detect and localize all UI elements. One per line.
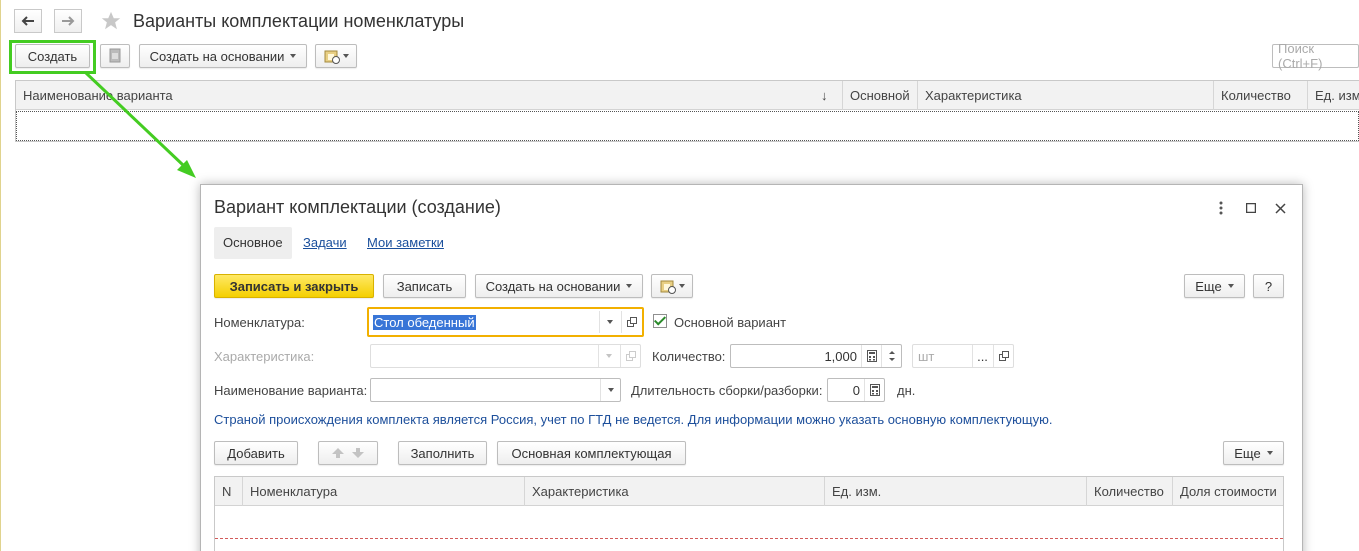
- more-button[interactable]: Еще: [1184, 274, 1245, 298]
- column-quantity[interactable]: Количество: [1086, 477, 1172, 506]
- quantity-stepper[interactable]: [881, 345, 901, 367]
- tab-notes[interactable]: Мои заметки: [367, 227, 444, 259]
- more-label: Еще: [1195, 278, 1222, 294]
- add-button[interactable]: Добавить: [214, 441, 298, 465]
- characteristic-field: [370, 344, 641, 368]
- column-nomenclature[interactable]: Номенклатура: [242, 477, 524, 506]
- duration-field[interactable]: 0: [827, 378, 885, 402]
- main-component-button[interactable]: Основная комплектующая: [497, 441, 686, 465]
- maximize-icon[interactable]: [1241, 199, 1261, 217]
- duration-unit-label: дн.: [897, 383, 916, 398]
- column-number[interactable]: N: [215, 477, 242, 506]
- column-characteristic[interactable]: Характеристика: [524, 477, 824, 506]
- table-more-button[interactable]: Еще: [1223, 441, 1284, 465]
- open-icon[interactable]: [993, 345, 1013, 367]
- arrow-up-icon[interactable]: [331, 447, 345, 459]
- close-icon[interactable]: [1270, 199, 1290, 217]
- print-menu-button[interactable]: [651, 274, 693, 298]
- chevron-down-icon[interactable]: [599, 311, 619, 333]
- column-unit[interactable]: Ед. изм.: [824, 477, 1086, 506]
- components-table-header: N Номенклатура Характеристика Ед. изм. К…: [215, 477, 1283, 506]
- more-label: Еще: [1234, 445, 1261, 461]
- chevron-down-icon[interactable]: [600, 379, 620, 401]
- calculator-icon[interactable]: [861, 345, 881, 367]
- nomenclature-field[interactable]: Стол обеденный: [367, 307, 644, 337]
- move-buttons[interactable]: [318, 441, 378, 465]
- help-button[interactable]: ?: [1253, 274, 1284, 298]
- fill-button[interactable]: Заполнить: [398, 441, 487, 465]
- create-based-on-label: Создать на основании: [485, 278, 621, 294]
- unit-field[interactable]: шт ...: [912, 344, 1014, 368]
- components-table: N Номенклатура Характеристика Ед. изм. К…: [214, 476, 1284, 551]
- column-cost-share[interactable]: Доля стоимости: [1172, 477, 1285, 506]
- tab-main[interactable]: Основное: [214, 227, 292, 259]
- characteristic-label: Характеристика:: [214, 349, 315, 364]
- quantity-label: Количество:: [652, 349, 726, 364]
- save-and-close-button[interactable]: Записать и закрыть: [214, 274, 374, 298]
- calculator-icon[interactable]: [864, 379, 884, 401]
- print-icon: [660, 280, 676, 294]
- open-icon[interactable]: [621, 311, 641, 333]
- main-variant-checkbox[interactable]: [653, 314, 667, 328]
- open-icon: [620, 345, 640, 367]
- unit-placeholder: шт: [918, 348, 935, 364]
- unit-select-button[interactable]: ...: [972, 345, 992, 367]
- nomenclature-label: Номенклатура:: [214, 315, 305, 330]
- create-based-on-button[interactable]: Создать на основании: [475, 274, 643, 298]
- more-actions-icon[interactable]: [1211, 199, 1231, 217]
- dialog-title: Вариант комплектации (создание): [214, 197, 501, 217]
- arrow-down-icon[interactable]: [351, 447, 365, 459]
- duration-value: 0: [852, 382, 860, 398]
- variant-dialog: Вариант комплектации (создание) Основное…: [200, 184, 1303, 551]
- quantity-field[interactable]: 1,000: [730, 344, 902, 368]
- ellipsis-icon: ...: [977, 348, 988, 364]
- quantity-value: 1,000: [824, 348, 857, 364]
- table-row: [215, 538, 1283, 539]
- info-text: Страной происхождения комплекта является…: [214, 412, 1053, 427]
- save-button[interactable]: Записать: [383, 274, 466, 298]
- chevron-down-icon: [598, 345, 618, 367]
- tab-tasks[interactable]: Задачи: [303, 227, 347, 259]
- nomenclature-value: Стол обеденный: [373, 314, 476, 330]
- variant-name-field[interactable]: [370, 378, 621, 402]
- variant-name-label: Наименование варианта:: [214, 383, 368, 398]
- duration-label: Длительность сборки/разборки:: [631, 383, 823, 398]
- main-variant-label: Основной вариант: [674, 315, 787, 330]
